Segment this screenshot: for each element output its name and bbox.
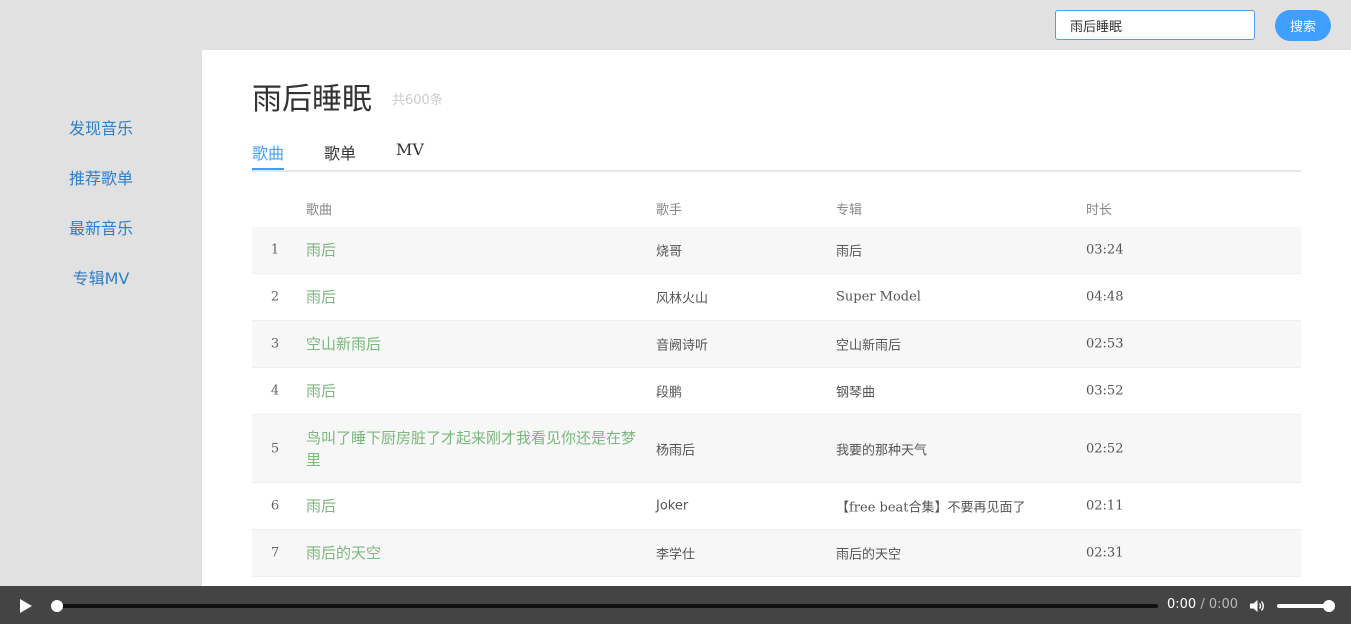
album-name: 我要的那种天气 [836,443,928,458]
artist-name: 杨雨后 [656,443,696,458]
column-header-song: 歌曲 [306,203,333,218]
song-title-link[interactable]: 雨后 [306,286,636,308]
volume-icon[interactable] [1249,598,1265,614]
artist-name: 李学仕 [656,547,696,563]
song-title-link[interactable]: 空山新雨后 [306,333,636,355]
table-row[interactable]: 2 雨后 风林火山 Super Model 04:48 [252,274,1301,321]
song-title-link[interactable]: 雨后 [306,380,636,402]
progress-bar[interactable] [52,604,1158,608]
artist-name: 烧哥 [656,244,683,260]
sidebar: 发现音乐 推荐歌单 最新音乐 专辑MV [0,50,202,586]
total-time: 0:00 [1208,597,1239,612]
album-name: 【free beat合集】不要再见面了 [836,500,1026,516]
sidebar-item-discover-music[interactable]: 发现音乐 [0,115,202,139]
time-separator: / [1200,597,1205,612]
album-name: 空山新雨后 [836,338,902,354]
column-header-album: 专辑 [836,203,863,218]
search-input[interactable] [1055,10,1255,40]
main-content: 雨后睡眠 共600条 歌曲 歌单 MV 歌曲 歌手 专辑 时长 1 雨后 烧哥 雨后 0… [202,50,1351,586]
row-index: 1 [270,242,280,258]
row-index: 7 [270,545,280,561]
row-index: 4 [270,383,280,399]
duration: 03:52 [1086,383,1124,399]
table-row[interactable]: 7 雨后的天空 李学仕 雨后的天空 02:31 [252,530,1301,577]
row-index: 3 [270,336,280,352]
row-index: 5 [270,441,280,456]
songs-table: 歌曲 歌手 专辑 时长 1 雨后 烧哥 雨后 03:24 2 雨后 风林火山 Super Mod… [252,186,1301,577]
time-display: 0:00 / 0:00 [1167,597,1238,612]
active-tab-indicator [252,168,284,170]
duration: 02:53 [1086,336,1124,352]
duration: 03:24 [1086,242,1124,258]
song-title-link[interactable]: 雨后的天空 [306,542,636,564]
artist-name: 风林火山 [656,291,709,307]
table-row[interactable]: 3 空山新雨后 音阙诗听 空山新雨后 02:53 [252,321,1301,368]
table-row[interactable]: 1 雨后 烧哥 雨后 03:24 [252,227,1301,274]
duration: 02:52 [1086,441,1124,456]
table-body: 1 雨后 烧哥 雨后 03:24 2 雨后 风林火山 Super Model 04:48 3 空山新雨… [252,227,1301,577]
duration: 02:11 [1086,498,1124,514]
album-name: Super Model [836,289,921,305]
search-button[interactable]: 搜索 [1275,10,1331,41]
song-title-link[interactable]: 鸟叫了睡下厨房脏了才起来刚才我看见你还是在梦里 [306,427,636,471]
volume-slider[interactable] [1277,604,1329,608]
page-title: 雨后睡眠 [252,82,372,117]
artist-name: Joker [656,498,689,514]
top-bar: 搜索 [0,0,1351,50]
tab-songs[interactable]: 歌曲 [252,140,284,164]
row-index: 6 [270,498,280,514]
artist-name: 段鹏 [656,385,683,401]
column-header-artist: 歌手 [656,203,683,218]
column-header-duration: 时长 [1086,203,1113,218]
audio-player: 0:00 / 0:00 [0,586,1351,624]
sidebar-item-recommended-playlists[interactable]: 推荐歌单 [0,165,202,189]
table-row[interactable]: 4 雨后 段鹏 钢琴曲 03:52 [252,368,1301,415]
song-title-link[interactable]: 雨后 [306,239,636,261]
song-title-link[interactable]: 雨后 [306,495,636,517]
result-count: 共600条 [392,93,443,108]
album-name: 雨后 [836,244,863,260]
duration: 02:31 [1086,545,1124,561]
duration: 04:48 [1086,289,1124,305]
sidebar-item-new-music[interactable]: 最新音乐 [0,215,202,239]
progress-handle[interactable] [51,600,63,612]
table-header: 歌曲 歌手 专辑 时长 [252,186,1301,227]
tab-bar: 歌曲 歌单 MV [252,138,1301,172]
table-row[interactable]: 5 鸟叫了睡下厨房脏了才起来刚才我看见你还是在梦里 杨雨后 我要的那种天气 02:52 [252,415,1301,483]
artist-name: 音阙诗听 [656,338,709,354]
row-index: 2 [270,289,280,305]
tab-playlists[interactable]: 歌单 [324,140,356,164]
sidebar-item-album-mv[interactable]: 专辑MV [0,265,202,289]
play-icon[interactable] [20,599,32,613]
table-row[interactable]: 6 雨后 Joker 【free beat合集】不要再见面了 02:11 [252,483,1301,530]
current-time: 0:00 [1167,597,1197,612]
tab-mv[interactable]: MV [396,140,424,159]
album-name: 钢琴曲 [836,385,876,401]
album-name: 雨后的天空 [836,547,902,563]
volume-handle[interactable] [1323,600,1335,612]
